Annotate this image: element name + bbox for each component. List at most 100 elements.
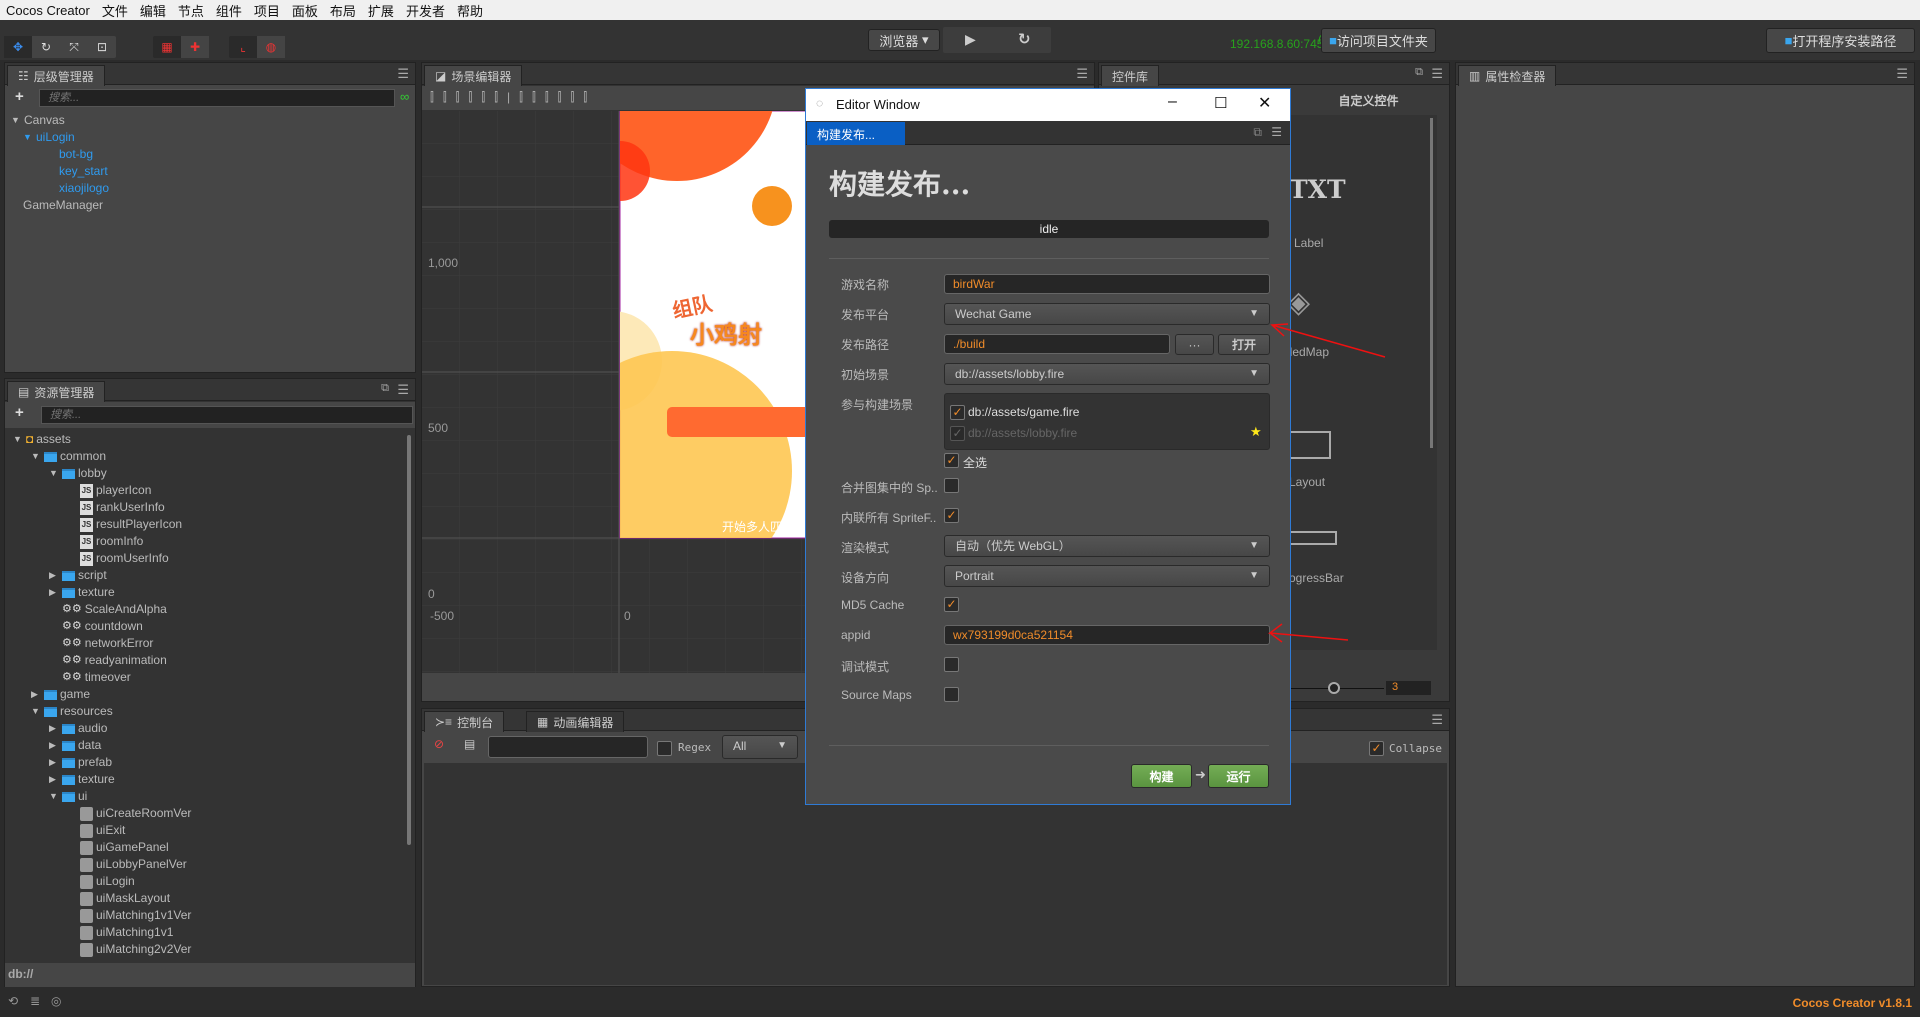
asset-item[interactable]: uiLogin: [13, 873, 403, 890]
controls-scrollbar[interactable]: [1430, 118, 1433, 448]
hierarchy-node[interactable]: ▼ uiLogin: [11, 129, 109, 146]
menu-extension[interactable]: 扩展: [362, 1, 400, 20]
asset-item[interactable]: ▶ game: [13, 686, 403, 703]
hierarchy-node[interactable]: bot-bg: [11, 146, 109, 163]
asset-item[interactable]: uiCreateRoomVer: [13, 805, 403, 822]
run-button[interactable]: 运行: [1208, 764, 1269, 788]
refresh-icon[interactable]: ↻: [1018, 30, 1031, 48]
collapse-checkbox[interactable]: ✓: [1369, 741, 1384, 756]
menu-edit[interactable]: 编辑: [134, 1, 172, 20]
asset-item[interactable]: uiLobbyPanelVer: [13, 856, 403, 873]
layout-control-icon[interactable]: [1289, 431, 1331, 459]
assets-scrollbar[interactable]: [407, 435, 411, 845]
close-icon[interactable]: ✕: [1258, 93, 1271, 113]
tab-custom-controls[interactable]: 自定义控件: [1291, 88, 1446, 114]
ip-address[interactable]: 192.168.8.60:7457: [1230, 37, 1330, 51]
rect-tool-icon[interactable]: ⊡: [88, 36, 116, 58]
add-asset-icon[interactable]: +: [15, 404, 24, 421]
asset-item[interactable]: ▶ data: [13, 737, 403, 754]
label-control-icon[interactable]: TXT: [1289, 175, 1346, 204]
asset-item[interactable]: ▼ common: [13, 448, 403, 465]
asset-item[interactable]: ▼ ui: [13, 788, 403, 805]
game-name-input[interactable]: birdWar: [944, 274, 1270, 294]
asset-item[interactable]: ▶ texture: [13, 771, 403, 788]
browse-button[interactable]: ···: [1175, 334, 1214, 355]
expand-arrow-icon[interactable]: ▶: [49, 737, 59, 754]
expand-arrow-icon[interactable]: ▶: [49, 567, 59, 584]
menu-help[interactable]: 帮助: [451, 1, 489, 20]
collapse-arrow-icon[interactable]: ▼: [31, 448, 41, 465]
log-file-icon[interactable]: ▤: [464, 737, 475, 751]
open-path-button[interactable]: 打开: [1218, 334, 1270, 355]
asset-item[interactable]: ▼ resources: [13, 703, 403, 720]
asset-item[interactable]: ▶ prefab: [13, 754, 403, 771]
expand-arrow-icon[interactable]: ▶: [49, 720, 59, 737]
sync-icon[interactable]: ⟲: [8, 994, 18, 1008]
center-icon[interactable]: ✚: [181, 36, 209, 58]
scale-tool-icon[interactable]: ⤧: [60, 36, 88, 58]
panel-menu-icon[interactable]: ☰: [1896, 66, 1908, 82]
zoom-slider-handle[interactable]: [1328, 682, 1340, 694]
expand-arrow-icon[interactable]: ▶: [49, 754, 59, 771]
database-icon[interactable]: ≣: [30, 994, 40, 1008]
tab-inspector[interactable]: ▥ 属性检查器: [1458, 65, 1557, 86]
play-icon[interactable]: ▶: [965, 31, 976, 48]
browser-select[interactable]: 浏览器 ▾: [868, 29, 940, 51]
link-icon[interactable]: ∞: [400, 89, 409, 104]
asset-item[interactable]: JS roomInfo: [13, 533, 403, 550]
menu-project[interactable]: 项目: [248, 1, 286, 20]
panel-menu-icon[interactable]: ☰: [1431, 66, 1443, 82]
asset-item[interactable]: ⚙⚙ timeover: [13, 669, 403, 686]
panel-menu-icon[interactable]: ☰: [397, 382, 409, 398]
menu-layout[interactable]: 布局: [324, 1, 362, 20]
hierarchy-node[interactable]: GameManager: [11, 197, 109, 214]
merge-checkbox[interactable]: [944, 478, 959, 493]
orientation-select[interactable]: Portrait ▼: [944, 565, 1270, 587]
md5-checkbox[interactable]: ✓: [944, 597, 959, 612]
menu-developer[interactable]: 开发者: [400, 1, 451, 20]
collapse-arrow-icon[interactable]: ▼: [13, 431, 23, 448]
tab-scene[interactable]: ◪ 场景编辑器: [424, 65, 523, 86]
debug-checkbox[interactable]: [944, 657, 959, 672]
asset-item[interactable]: ⚙⚙ ScaleAndAlpha: [13, 601, 403, 618]
move-tool-icon[interactable]: ✥: [4, 36, 32, 58]
collapse-arrow-icon[interactable]: ▼: [49, 465, 59, 482]
panel-menu-icon[interactable]: ☰: [1431, 712, 1443, 728]
expand-arrow-icon[interactable]: ▶: [49, 584, 59, 601]
hierarchy-node[interactable]: ▼ Canvas: [11, 112, 109, 129]
sourcemaps-checkbox[interactable]: [944, 687, 959, 702]
menu-file[interactable]: 文件: [96, 1, 134, 20]
asset-item[interactable]: ▶ audio: [13, 720, 403, 737]
add-node-icon[interactable]: +: [15, 88, 24, 105]
asset-item[interactable]: ⚙⚙ readyanimation: [13, 652, 403, 669]
tab-build[interactable]: 构建发布...: [807, 122, 905, 145]
expand-arrow-icon[interactable]: ▶: [49, 771, 59, 788]
asset-item[interactable]: JS playerIcon: [13, 482, 403, 499]
asset-item[interactable]: uiMatching2v2Ver: [13, 941, 403, 958]
build-button[interactable]: 构建: [1131, 764, 1192, 788]
render-select[interactable]: 自动（优先 WebGL） ▼: [944, 535, 1270, 557]
menu-component[interactable]: 组件: [210, 1, 248, 20]
panel-menu-icon[interactable]: ☰: [397, 66, 409, 82]
asset-item[interactable]: uiGamePanel: [13, 839, 403, 856]
zoom-value[interactable]: 3: [1386, 681, 1431, 695]
asset-item[interactable]: ▼ ◘ assets: [13, 431, 403, 448]
select-all-checkbox[interactable]: ✓: [944, 453, 959, 468]
asset-item[interactable]: JS resultPlayerIcon: [13, 516, 403, 533]
maximize-icon[interactable]: ☐: [1214, 94, 1227, 112]
asset-item[interactable]: ⚙⚙ networkError: [13, 635, 403, 652]
visibility-icon[interactable]: ◎: [51, 994, 61, 1008]
asset-item[interactable]: ▶ texture: [13, 584, 403, 601]
collapse-arrow-icon[interactable]: ▼: [31, 703, 41, 720]
console-filter-input[interactable]: [488, 736, 648, 758]
open-install-path-button[interactable]: ■ 打开程序安装路径: [1766, 28, 1915, 53]
asset-item[interactable]: ⚙⚙ countdown: [13, 618, 403, 635]
tab-controls[interactable]: 控件库: [1101, 65, 1160, 86]
float-panel-icon[interactable]: ⧉: [1415, 66, 1423, 79]
asset-item[interactable]: JS rankUserInfo: [13, 499, 403, 516]
hierarchy-node[interactable]: xiaojilogo: [11, 180, 109, 197]
tab-console[interactable]: ≻≡ 控制台: [424, 711, 505, 732]
minimize-icon[interactable]: –: [1168, 93, 1177, 111]
asset-item[interactable]: ▼ lobby: [13, 465, 403, 482]
expand-arrow-icon[interactable]: ▼: [23, 129, 33, 146]
